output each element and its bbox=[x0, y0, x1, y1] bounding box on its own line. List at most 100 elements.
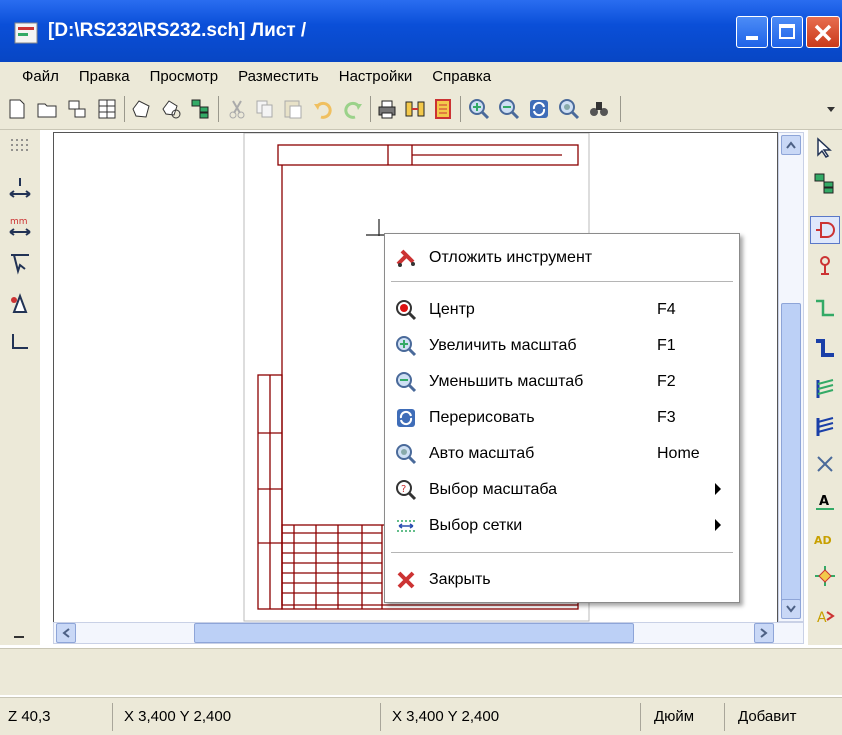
new-file-icon[interactable] bbox=[6, 98, 28, 120]
ctx-item-label: Выбор сетки bbox=[429, 517, 523, 534]
vertical-scrollbar[interactable] bbox=[778, 132, 804, 622]
netlist-icon[interactable] bbox=[432, 98, 454, 120]
ctx-item-label: Авто масштаб bbox=[429, 445, 535, 462]
close-icon bbox=[397, 571, 415, 589]
ctx-item-grid-select[interactable]: Выбор сетки bbox=[385, 510, 739, 542]
left-toolbar-divider bbox=[14, 636, 24, 638]
net-label-icon[interactable]: A bbox=[813, 490, 837, 514]
place-component-icon bbox=[816, 222, 835, 238]
lib-browse-icon[interactable] bbox=[160, 98, 182, 120]
window-title: [D:\RS232\RS232.sch] Лист / bbox=[48, 20, 307, 41]
paste-icon[interactable] bbox=[282, 98, 304, 120]
ctx-item-shortcut: F2 bbox=[657, 373, 676, 390]
menu-view[interactable]: Просмотр bbox=[150, 68, 219, 85]
ctx-item-redraw[interactable]: Перерисовать F3 bbox=[385, 402, 739, 434]
status-coords-abs: X 3,400 Y 2,400 bbox=[124, 708, 232, 725]
zoom-auto-icon bbox=[396, 444, 417, 465]
toolbar-zoom-in-icon[interactable] bbox=[468, 98, 490, 120]
submenu-arrow-icon bbox=[715, 519, 721, 531]
ctx-item-zoom-in[interactable]: Увеличить масштаб F1 bbox=[385, 330, 739, 362]
global-label-icon[interactable]: AD bbox=[813, 528, 837, 552]
sheet-icon[interactable] bbox=[96, 98, 118, 120]
status-mode: Добавит bbox=[738, 708, 797, 725]
junction-icon[interactable] bbox=[813, 564, 837, 588]
ctx-item-label: Перерисовать bbox=[429, 409, 535, 426]
units-mm-icon[interactable]: mm bbox=[8, 214, 32, 238]
menu-settings[interactable]: Настройки bbox=[339, 68, 413, 85]
copy-icon[interactable] bbox=[254, 98, 276, 120]
scroll-left-icon bbox=[62, 628, 70, 638]
menu-bar: Файл Правка Просмотр Разместить Настройк… bbox=[0, 62, 842, 90]
no-connect-icon[interactable] bbox=[813, 452, 837, 476]
ctx-item-shortcut: Home bbox=[657, 445, 700, 462]
wire-icon[interactable] bbox=[813, 296, 837, 320]
menu-place[interactable]: Разместить bbox=[238, 68, 319, 85]
app-icon bbox=[14, 22, 38, 44]
cursor-shape-icon[interactable] bbox=[8, 252, 32, 276]
right-toolbar: A AD A bbox=[808, 130, 842, 645]
menu-help[interactable]: Справка bbox=[432, 68, 491, 85]
undo-icon[interactable] bbox=[312, 98, 334, 120]
zoom-in-icon bbox=[396, 336, 417, 357]
wire-bus-entry-icon[interactable] bbox=[813, 376, 837, 400]
ctx-item-shortcut: F3 bbox=[657, 409, 676, 426]
ctx-item-zoom-select[interactable]: ? Выбор масштаба bbox=[385, 474, 739, 506]
status-zoom: Z 40,3 bbox=[8, 708, 51, 725]
plot-icon[interactable] bbox=[404, 98, 426, 120]
cut-icon[interactable] bbox=[226, 98, 248, 120]
minimize-icon bbox=[746, 36, 758, 40]
menu-file[interactable]: Файл bbox=[22, 68, 59, 85]
ctx-item-label: Закрыть bbox=[429, 571, 491, 588]
horizontal-scroll-thumb[interactable] bbox=[194, 623, 634, 643]
hierarchy-nav-icon[interactable] bbox=[813, 172, 837, 196]
svg-text:A: A bbox=[817, 610, 827, 626]
open-folder-icon[interactable] bbox=[36, 98, 58, 120]
vertical-scroll-thumb[interactable] bbox=[781, 303, 801, 603]
ctx-item-center[interactable]: Центр F4 bbox=[385, 294, 739, 326]
ctx-item-zoom-auto[interactable]: Авто масштаб Home bbox=[385, 438, 739, 470]
units-inch-icon[interactable] bbox=[8, 176, 32, 200]
svg-text:A: A bbox=[819, 494, 829, 509]
submenu-arrow-icon bbox=[715, 483, 721, 495]
navigator-icon[interactable] bbox=[190, 98, 212, 120]
find-icon[interactable] bbox=[588, 98, 610, 120]
toolbar-zoom-out-icon[interactable] bbox=[498, 98, 520, 120]
bus-bus-entry-icon[interactable] bbox=[813, 414, 837, 438]
horizontal-scrollbar[interactable] bbox=[53, 622, 804, 644]
power-port-icon[interactable] bbox=[813, 254, 837, 278]
close-window-button[interactable] bbox=[806, 16, 840, 48]
bus-icon[interactable] bbox=[813, 336, 837, 360]
wire-angle-icon[interactable] bbox=[8, 330, 32, 354]
ctx-item-label: Уменьшить масштаб bbox=[429, 373, 584, 390]
hier-label-icon[interactable]: A bbox=[813, 604, 837, 628]
status-coords-rel: X 3,400 Y 2,400 bbox=[392, 708, 500, 725]
toolbar-redraw-icon[interactable] bbox=[528, 98, 550, 120]
hierarchy-icon[interactable] bbox=[66, 98, 88, 120]
svg-text:?: ? bbox=[401, 484, 406, 495]
minimize-button[interactable] bbox=[736, 16, 768, 48]
ctx-item-label: Увеличить масштаб bbox=[429, 337, 577, 354]
main-toolbar bbox=[0, 90, 842, 130]
toolbar-zoom-auto-icon[interactable] bbox=[558, 98, 580, 120]
toolbar-overflow-icon[interactable] bbox=[826, 104, 836, 114]
scroll-right-icon bbox=[760, 628, 768, 638]
print-icon[interactable] bbox=[376, 98, 398, 120]
maximize-icon bbox=[779, 24, 795, 39]
select-arrow-icon[interactable] bbox=[813, 136, 837, 160]
grid-toggle-icon[interactable] bbox=[8, 136, 32, 160]
ctx-item-shortcut: F4 bbox=[657, 301, 676, 318]
title-bar: [D:\RS232\RS232.sch] Лист / bbox=[0, 0, 842, 62]
wrench-icon bbox=[396, 249, 415, 267]
ctx-item-close[interactable]: Закрыть bbox=[385, 564, 739, 596]
component-lib-icon[interactable] bbox=[130, 98, 152, 120]
hidden-pins-icon[interactable] bbox=[8, 292, 32, 316]
close-x-icon bbox=[814, 24, 832, 42]
redo-icon[interactable] bbox=[342, 98, 364, 120]
ctx-item-end-tool[interactable]: Отложить инструмент bbox=[385, 242, 739, 274]
left-toolbar: mm bbox=[0, 130, 40, 645]
maximize-button[interactable] bbox=[771, 16, 803, 48]
grid-icon bbox=[397, 520, 415, 532]
menu-edit[interactable]: Правка bbox=[79, 68, 130, 85]
zoom-center-icon bbox=[396, 300, 417, 321]
ctx-item-zoom-out[interactable]: Уменьшить масштаб F2 bbox=[385, 366, 739, 398]
